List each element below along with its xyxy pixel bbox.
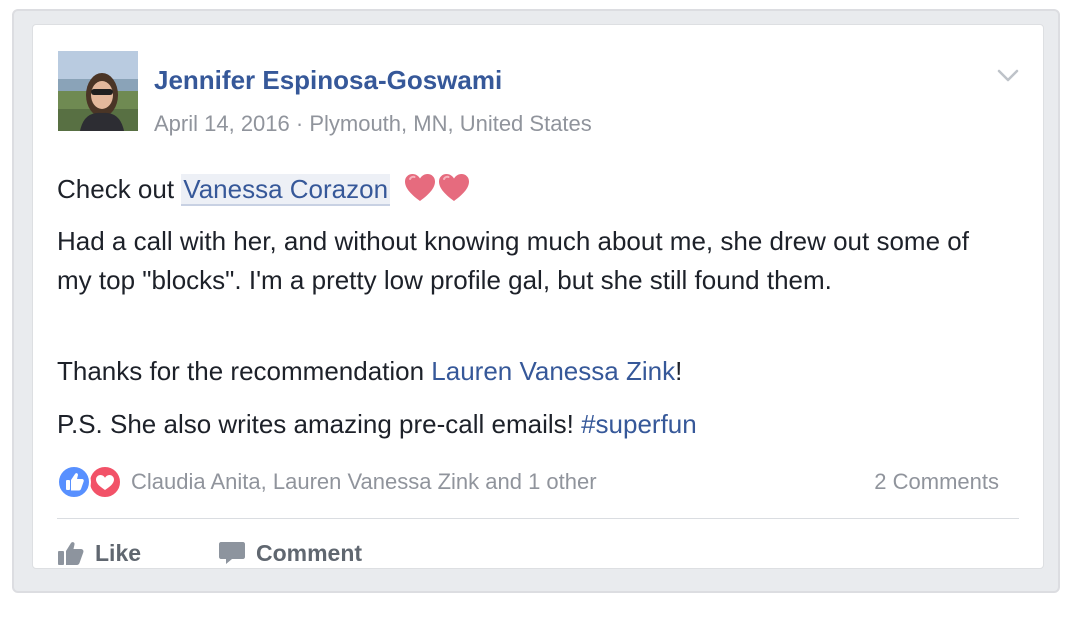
comment-icon	[219, 542, 245, 564]
post-meta: April 14, 2016 · Plymouth, MN, United St…	[154, 111, 592, 137]
text-exclamation: !	[675, 356, 683, 386]
mention-link[interactable]: Vanessa Corazon	[181, 174, 391, 206]
comments-count-link[interactable]: 2 Comments	[874, 469, 999, 495]
avatar[interactable]	[58, 51, 138, 131]
meta-separator: ·	[289, 111, 310, 136]
text-ps: P.S. She also writes amazing pre-call em…	[57, 409, 582, 439]
post-text-line4: P.S. She also writes amazing pre-call em…	[57, 404, 1007, 444]
chevron-down-icon[interactable]	[997, 69, 1019, 88]
heart-icon	[405, 174, 436, 201]
post-date[interactable]: April 14, 2016	[154, 111, 290, 136]
comment-label: Comment	[256, 539, 363, 566]
reaction-icons[interactable]	[57, 465, 122, 499]
comment-button[interactable]: Comment	[218, 535, 362, 571]
text-check-out: Check out	[57, 174, 182, 204]
post-frame: Jennifer Espinosa-Goswami April 14, 2016…	[12, 9, 1060, 593]
post-card: Jennifer Espinosa-Goswami April 14, 2016…	[32, 24, 1044, 569]
love-reaction-icon	[88, 465, 122, 499]
reaction-names[interactable]: Claudia Anita, Lauren Vanessa Zink and 1…	[131, 469, 597, 495]
post-location[interactable]: Plymouth, MN, United States	[309, 111, 591, 136]
like-reaction-icon	[57, 465, 91, 499]
like-label: Like	[95, 539, 142, 566]
heart-icon	[439, 174, 470, 201]
divider	[57, 518, 1019, 519]
thumbs-up-icon	[58, 542, 84, 565]
text-thanks: Thanks for the recommendation	[57, 356, 432, 386]
post-text-paragraph: Had a call with her, and without knowing…	[57, 226, 969, 295]
mention-link-lauren[interactable]: Lauren Vanessa Zink	[431, 356, 675, 386]
hashtag-link[interactable]: #superfun	[581, 409, 697, 439]
author-name[interactable]: Jennifer Espinosa-Goswami	[154, 65, 502, 96]
like-button[interactable]: Like	[57, 535, 141, 571]
post-text-line3: Thanks for the recommendation Lauren Van…	[57, 351, 1007, 391]
hearts-emoji	[403, 172, 473, 215]
post-text-line1: Check out Vanessa Corazon	[57, 169, 1007, 215]
